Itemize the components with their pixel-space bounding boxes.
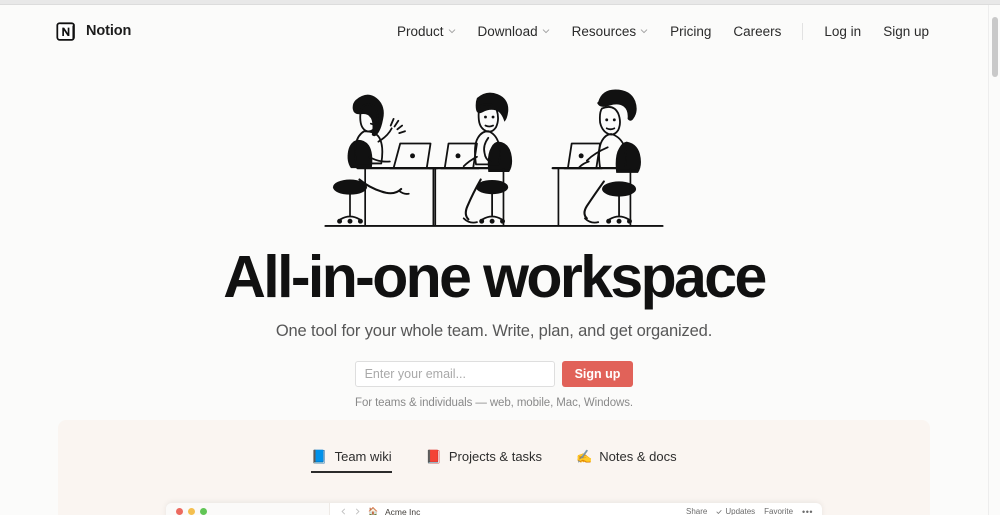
updates-label: Updates bbox=[725, 507, 756, 515]
form-caption: For teams & individuals — web, mobile, M… bbox=[355, 397, 633, 410]
nav-label: Download bbox=[477, 23, 538, 39]
brand-name: Notion bbox=[86, 23, 132, 39]
email-signup-form: Sign up bbox=[0, 361, 988, 388]
feature-tabs: 📘 Team wiki 📕 Projects & tasks ✍️ Notes … bbox=[58, 420, 930, 473]
mockup-actions: Share Updates Favorite ••• bbox=[686, 507, 813, 515]
nav-label: Pricing bbox=[670, 23, 712, 39]
share-button[interactable]: Share bbox=[686, 507, 707, 515]
minimize-window-icon[interactable] bbox=[188, 508, 195, 515]
email-field[interactable] bbox=[354, 361, 555, 388]
signup-submit-button[interactable]: Sign up bbox=[561, 361, 634, 388]
mockup-topbar: 🏠 Acme Inc Share Updates Favorite ••• bbox=[330, 503, 822, 515]
tab-label: Projects & tasks bbox=[448, 449, 543, 464]
page-subtitle: One tool for your whole team. Write, pla… bbox=[275, 322, 713, 341]
nav-item-resources[interactable]: Resources bbox=[561, 18, 660, 45]
tab-team-wiki[interactable]: 📘 Team wiki bbox=[311, 449, 392, 473]
scrollbar-thumb[interactable] bbox=[992, 17, 998, 77]
notion-n-logo-icon bbox=[56, 21, 75, 41]
three-people-at-desks-illustration bbox=[324, 89, 664, 227]
chevron-down-icon bbox=[640, 29, 648, 34]
window-traffic-lights bbox=[166, 503, 329, 515]
zoom-window-icon[interactable] bbox=[200, 508, 207, 515]
nav-divider bbox=[802, 22, 804, 40]
tab-label: Notes & docs bbox=[599, 449, 677, 464]
nav-label: Product bbox=[397, 23, 444, 39]
page-emoji-icon: 🏠 bbox=[368, 506, 378, 515]
mockup-sidebar bbox=[166, 503, 330, 515]
mockup-breadcrumb-title[interactable]: Acme Inc bbox=[385, 507, 420, 515]
tab-notes-docs[interactable]: ✍️ Notes & docs bbox=[576, 449, 677, 473]
page-scrollbar[interactable] bbox=[988, 5, 1000, 515]
updates-button[interactable]: Updates bbox=[716, 507, 755, 515]
feature-tabs-panel: 📘 Team wiki 📕 Projects & tasks ✍️ Notes … bbox=[58, 420, 930, 515]
nav-item-pricing[interactable]: Pricing bbox=[659, 18, 722, 45]
nav-label: Resources bbox=[571, 23, 637, 39]
login-link[interactable]: Log in bbox=[813, 18, 872, 45]
tab-projects-tasks[interactable]: 📕 Projects & tasks bbox=[426, 449, 542, 473]
red-book-icon: 📕 bbox=[425, 449, 442, 464]
site-header: Notion Product Download Resources Pricin… bbox=[0, 5, 988, 57]
more-options-button[interactable]: ••• bbox=[802, 507, 813, 515]
favorite-button[interactable]: Favorite bbox=[764, 507, 793, 515]
signup-link[interactable]: Sign up bbox=[872, 18, 940, 45]
app-preview-window: 🏠 Acme Inc Share Updates Favorite ••• bbox=[166, 503, 822, 515]
chevron-down-icon bbox=[448, 29, 455, 34]
main-navigation: Product Download Resources Pricing Caree… bbox=[386, 18, 940, 45]
blue-book-icon: 📘 bbox=[311, 449, 328, 464]
nav-item-download[interactable]: Download bbox=[467, 18, 561, 45]
forward-arrow-icon[interactable] bbox=[354, 508, 361, 515]
back-arrow-icon[interactable] bbox=[340, 508, 347, 515]
nav-label: Careers bbox=[733, 23, 782, 39]
nav-item-careers[interactable]: Careers bbox=[722, 18, 792, 45]
nav-item-product[interactable]: Product bbox=[386, 18, 467, 45]
page-title: All-in-one workspace bbox=[223, 244, 767, 310]
close-window-icon[interactable] bbox=[176, 508, 183, 515]
page-scroll-area: Notion Product Download Resources Pricin… bbox=[0, 5, 988, 515]
hero-section: All-in-one workspace One tool for your w… bbox=[0, 57, 988, 409]
check-icon bbox=[716, 509, 722, 514]
writing-hand-icon: ✍️ bbox=[576, 449, 593, 464]
chevron-down-icon bbox=[542, 29, 549, 34]
signup-label: Sign up bbox=[883, 23, 929, 39]
tab-label: Team wiki bbox=[334, 449, 392, 464]
notion-logo-link[interactable]: Notion bbox=[56, 21, 131, 42]
login-label: Log in bbox=[824, 23, 862, 39]
